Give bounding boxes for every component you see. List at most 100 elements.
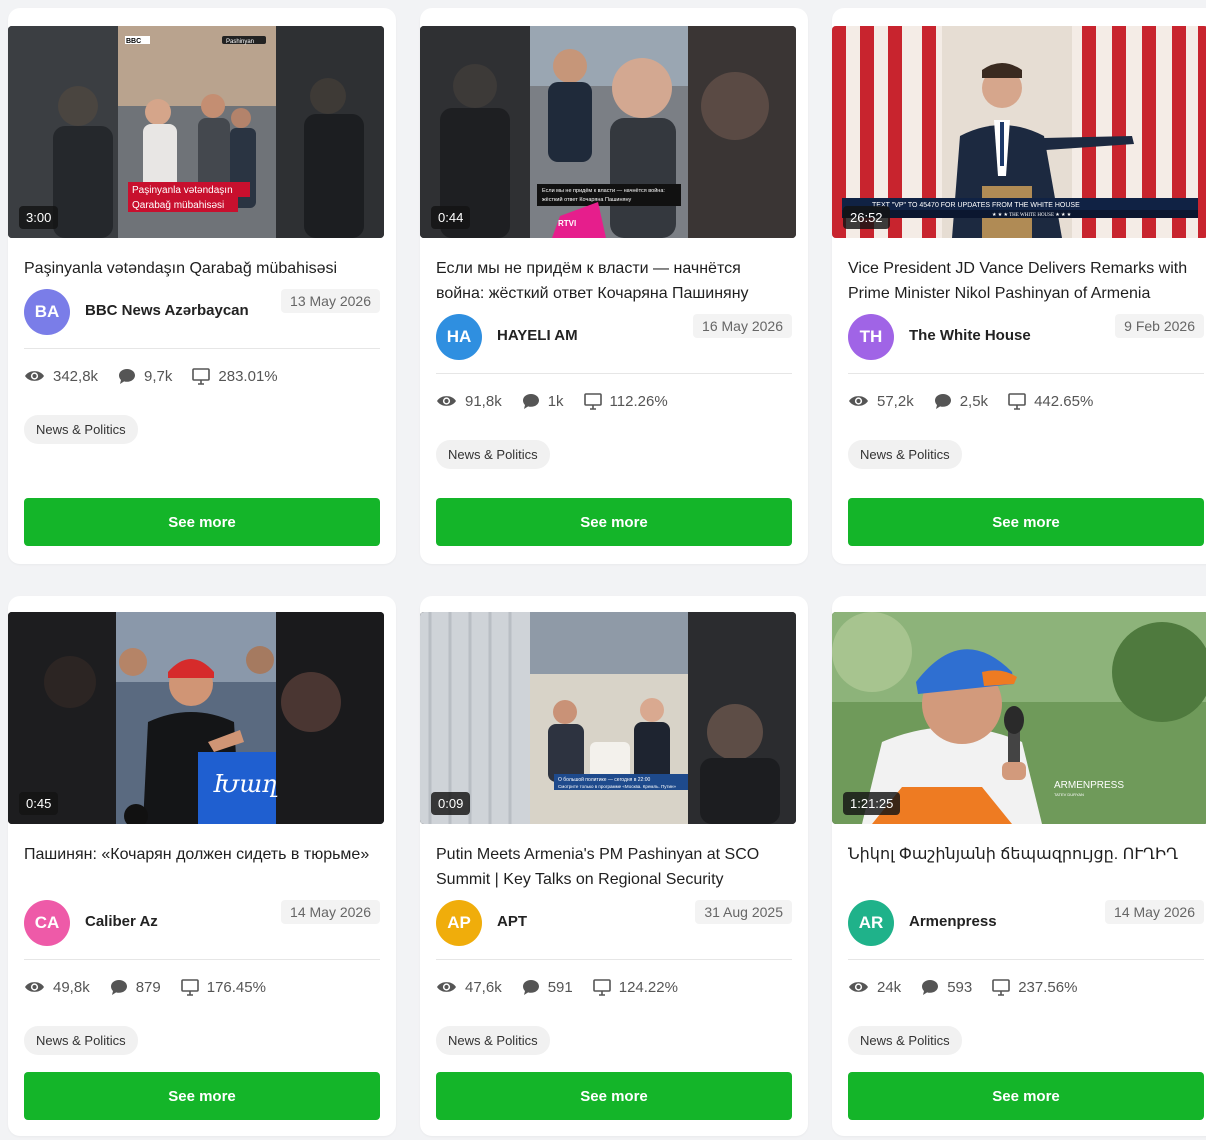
category-tag[interactable]: News & Politics [24, 1026, 138, 1055]
views-count: 91,8k [465, 392, 502, 410]
see-more-button[interactable]: See more [436, 1072, 792, 1120]
comment-icon [922, 979, 939, 995]
video-card: Խաղ 0:45 Пашинян: «Кочарян должен сидеть… [8, 596, 396, 1136]
views-count: 47,6k [465, 978, 502, 996]
comments-count: 2,5k [959, 392, 989, 410]
stats-row: 57,2k 2,5k 442.65% [848, 390, 1204, 412]
video-title[interactable]: Paşinyanla vətəndaşın Qarabağ mübahisəsi [24, 256, 380, 281]
views-count: 24k [877, 978, 902, 996]
eye-icon [437, 396, 456, 406]
comment-icon [110, 979, 127, 995]
category-tag[interactable]: News & Politics [436, 440, 550, 469]
duration-badge: 1:21:25 [843, 792, 901, 815]
eye-icon [849, 982, 868, 992]
thumb-logo: BBC [126, 38, 141, 45]
ratio-stat: 283.01% [192, 367, 278, 385]
video-thumbnail[interactable]: Paşinyanla vətəndaşın Qarabağ mübahisəsi… [8, 26, 384, 238]
views-count: 57,2k [877, 392, 914, 410]
video-title[interactable]: Пашинян: «Кочарян должен сидеть в тюрьме… [24, 842, 380, 892]
eye-icon [849, 396, 868, 406]
avatar[interactable]: BA [24, 289, 70, 335]
views-stat: 47,6k [436, 979, 502, 996]
see-more-button[interactable]: See more [436, 498, 792, 546]
engagement-ratio: 176.45% [206, 978, 266, 996]
channel-row: TH The White House 9 Feb 2026 [848, 314, 1204, 374]
video-thumbnail[interactable]: Խաղ 0:45 [8, 612, 384, 824]
thumb-logo: ★ ★ ★ THE WHITE HOUSE ★ ★ ★ [992, 212, 1072, 218]
category-tag[interactable]: News & Politics [24, 415, 138, 444]
ratio-stat: 124.22% [592, 978, 678, 996]
channel-name[interactable]: BBC News Azərbaycan [85, 302, 249, 319]
comments-stat: 879 [110, 979, 161, 996]
channel-row: AR Armenpress 14 May 2026 [848, 900, 1204, 960]
see-more-button[interactable]: See more [848, 498, 1204, 546]
duration-badge: 0:45 [19, 792, 59, 815]
comments-stat: 591 [522, 979, 573, 996]
duration-badge: 0:09 [431, 792, 471, 815]
channel-row: HA HAYELI AM 16 May 2026 [436, 314, 792, 374]
video-thumbnail[interactable]: О большой политике — сегодня в 22:00 Смо… [420, 612, 796, 824]
see-more-button[interactable]: See more [24, 1072, 380, 1120]
duration-badge: 26:52 [843, 206, 890, 229]
video-card: Paşinyanla vətəndaşın Qarabağ mübahisəsi… [8, 8, 396, 564]
thumbnail-image: Paşinyanla vətəndaşın Qarabağ mübahisəsi… [8, 26, 384, 238]
avatar[interactable]: HA [436, 314, 482, 360]
thumb-ticker: TEXT "VP" TO 45470 FOR UPDATES FROM THE … [872, 202, 1080, 209]
avatar[interactable]: TH [848, 314, 894, 360]
views-stat: 91,8k [436, 393, 502, 410]
video-thumbnail[interactable]: TEXT "VP" TO 45470 FOR UPDATES FROM THE … [832, 26, 1206, 238]
monitor-icon [992, 978, 1011, 996]
publish-date: 16 May 2026 [693, 314, 792, 338]
comment-icon [522, 393, 539, 409]
thumb-caption-line1: Paşinyanla vətəndaşın [132, 185, 233, 196]
video-title[interactable]: Если мы не придём к власти — начнётся во… [436, 256, 792, 306]
thumb-caption-line2: Смотрите только в программе «Москва. Кре… [558, 784, 677, 789]
video-thumbnail[interactable]: Если мы не придём к власти — начнётся во… [420, 26, 796, 238]
thumb-handle: Pashinyan [226, 39, 254, 45]
engagement-ratio: 124.22% [618, 978, 678, 996]
duration-badge: 3:00 [19, 206, 59, 229]
monitor-icon [1008, 392, 1026, 410]
ratio-stat: 442.65% [1008, 393, 1093, 410]
monitor-icon [180, 978, 199, 996]
avatar[interactable]: CA [24, 900, 70, 946]
engagement-ratio: 112.26% [609, 392, 668, 410]
channel-name[interactable]: Armenpress [909, 913, 997, 930]
stats-row: 24k 593 237.56% [848, 976, 1204, 998]
comments-stat: 9,7k [118, 368, 172, 385]
views-stat: 342,8k [24, 368, 98, 385]
engagement-ratio: 237.56% [1018, 978, 1078, 996]
video-card-grid: Paşinyanla vətəndaşın Qarabağ mübahisəsi… [8, 8, 1206, 1136]
comments-count: 879 [135, 978, 161, 996]
category-tag[interactable]: News & Politics [436, 1026, 550, 1055]
channel-name[interactable]: Caliber Az [85, 913, 158, 930]
publish-date: 14 May 2026 [1105, 900, 1204, 924]
ratio-stat: 237.56% [992, 979, 1077, 996]
video-title[interactable]: Vice President JD Vance Delivers Remarks… [848, 256, 1204, 306]
see-more-button[interactable]: See more [848, 1072, 1204, 1120]
video-card: О большой политике — сегодня в 22:00 Смо… [420, 596, 808, 1136]
thumb-caption-line1: О большой политике — сегодня в 22:00 [558, 776, 651, 783]
avatar[interactable]: AR [848, 900, 894, 946]
stats-row: 91,8k 1k 112.26% [436, 390, 792, 412]
thumb-logo: Խաղ [213, 770, 278, 798]
video-thumbnail[interactable]: ARMENPRESS TATEV DURYAN 1:21:25 [832, 612, 1206, 824]
see-more-button[interactable]: See more [24, 498, 380, 546]
duration-badge: 0:44 [431, 206, 471, 229]
comments-stat: 1k [522, 393, 564, 410]
video-title[interactable]: Putin Meets Armenia's PM Pashinyan at SC… [436, 842, 792, 892]
thumb-handle: TATEV DURYAN [1054, 792, 1084, 797]
channel-name[interactable]: APT [497, 913, 527, 930]
video-title[interactable]: Նիկոլ Փաշինյանի ճեպազրույցը. ՈՒՂԻՂ [848, 842, 1204, 892]
category-tag[interactable]: News & Politics [848, 1026, 962, 1055]
comments-count: 593 [947, 978, 973, 996]
views-count: 342,8k [53, 367, 99, 385]
category-tag[interactable]: News & Politics [848, 440, 962, 469]
avatar[interactable]: AP [436, 900, 482, 946]
engagement-ratio: 283.01% [218, 367, 278, 385]
channel-name[interactable]: HAYELI AM [497, 327, 578, 344]
stats-row: 49,8k 879 176.45% [24, 976, 380, 998]
stats-row: 342,8k 9,7k 283.01% [24, 365, 380, 387]
monitor-icon [192, 367, 211, 385]
channel-name[interactable]: The White House [909, 327, 1031, 344]
